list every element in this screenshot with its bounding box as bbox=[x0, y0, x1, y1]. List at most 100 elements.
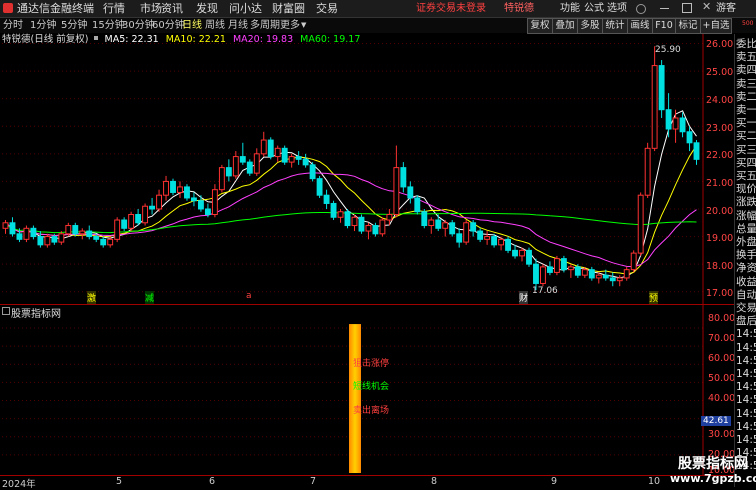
candle-body bbox=[135, 214, 142, 224]
candle-body bbox=[107, 238, 114, 246]
candle-body bbox=[686, 131, 693, 144]
side-panel-label: 卖四 bbox=[736, 64, 756, 77]
period-toolbar: 分时 1分钟 5分钟 15分钟 30分钟 60分钟 日线 周线 月线 多周期 更… bbox=[0, 18, 756, 34]
draw-line-button[interactable]: 画线 bbox=[627, 18, 653, 34]
period-daily[interactable]: 日线 bbox=[182, 18, 202, 33]
watermark-line1: 股票指标网 bbox=[678, 456, 748, 472]
minimize-icon[interactable] bbox=[660, 8, 669, 9]
period-30min[interactable]: 30分钟 bbox=[122, 18, 155, 33]
mark-button[interactable]: 标记 bbox=[675, 18, 701, 34]
menu-item-gongneng[interactable]: 功能 bbox=[560, 0, 580, 17]
price-tick: 23.00 bbox=[706, 123, 734, 134]
candle-body bbox=[414, 197, 421, 213]
side-panel-label: 卖三 bbox=[736, 77, 756, 90]
candle-body bbox=[128, 214, 135, 229]
candle-body bbox=[637, 194, 644, 254]
side-panel-label: 买五 bbox=[736, 170, 756, 182]
price-tick: 20.00 bbox=[706, 206, 734, 217]
menu-item-gongshi[interactable]: 公式 bbox=[584, 0, 604, 17]
candle-body bbox=[330, 202, 337, 218]
candle-body bbox=[246, 161, 253, 174]
candle-body bbox=[519, 249, 525, 257]
event-marker[interactable]: 减 bbox=[145, 291, 155, 304]
maximize-icon[interactable] bbox=[682, 3, 692, 13]
candle-body bbox=[253, 153, 260, 174]
user-guest[interactable]: 游客 bbox=[716, 0, 736, 17]
period-multi[interactable]: 多周期 bbox=[250, 18, 280, 33]
menu-item-shichang[interactable]: 市场 bbox=[140, 0, 162, 17]
price-tick: 24.00 bbox=[706, 95, 734, 106]
menu-item-xuanxiang[interactable]: 选项 bbox=[607, 0, 627, 17]
menu-item-zixun[interactable]: 资讯 bbox=[161, 0, 183, 17]
candle-body bbox=[567, 266, 574, 271]
menu-item-faxian[interactable]: 发现 bbox=[196, 0, 218, 17]
candle-body bbox=[100, 238, 107, 246]
chevron-down-icon[interactable]: ▼ bbox=[301, 21, 306, 29]
x-tick: 2024年 bbox=[2, 479, 36, 490]
overlay-button[interactable]: 叠加 bbox=[552, 18, 578, 34]
login-warning[interactable]: 证券交易未登录 bbox=[416, 0, 486, 17]
menu-item-caifuquan[interactable]: 财富圈 bbox=[272, 0, 305, 17]
period-60min[interactable]: 60分钟 bbox=[152, 18, 185, 33]
quote-side-panel: 委比 卖五 卖四 卖三 卖二 卖一 买一 买二 买三 买四 买五 现价 涨跌 涨幅 总量 外盘 换手 净资 收益 自动… bbox=[734, 34, 756, 487]
watermark-line2: www.7gpzb.com bbox=[670, 472, 756, 485]
x-tick: 7 bbox=[310, 476, 317, 487]
candle-body bbox=[267, 139, 274, 158]
watermark: 股票指标网 www.7gpzb.com bbox=[670, 456, 756, 487]
period-monthly[interactable]: 月线 bbox=[228, 18, 248, 33]
candle-body bbox=[616, 277, 623, 282]
signal-label-limit-up: 狙击涨停 bbox=[353, 359, 390, 369]
side-panel-label: 14:50 bbox=[736, 368, 756, 380]
close-icon[interactable]: ✕ bbox=[702, 0, 711, 13]
menu-item-hangqing[interactable]: 行情 bbox=[103, 0, 125, 17]
candle-body bbox=[260, 139, 267, 155]
candle-body bbox=[609, 277, 616, 282]
candle-body bbox=[463, 222, 470, 243]
price-tick: 17.00 bbox=[706, 288, 734, 299]
period-more[interactable]: 更多 bbox=[280, 18, 300, 33]
candle-body bbox=[225, 167, 232, 177]
candle-body bbox=[274, 147, 281, 158]
side-panel-label: 14:50 bbox=[736, 394, 756, 407]
candle-body bbox=[449, 222, 456, 235]
statistics-button[interactable]: 统计 bbox=[602, 18, 628, 34]
candle-body bbox=[651, 65, 658, 149]
add-watchlist-button[interactable]: +自选 bbox=[700, 18, 732, 34]
menu-item-jiaoyi[interactable]: 交易 bbox=[316, 0, 338, 17]
x-tick: 5 bbox=[116, 476, 123, 487]
settings-icon[interactable] bbox=[636, 4, 646, 14]
candle-body bbox=[191, 197, 197, 202]
event-marker[interactable]: 财 bbox=[519, 291, 529, 304]
side-panel-label: 14:50 bbox=[736, 354, 756, 367]
side-panel-label: 现价 bbox=[736, 183, 756, 196]
candle-body bbox=[142, 205, 149, 224]
side-panel-label: 14:50 bbox=[736, 420, 756, 433]
candle-body bbox=[65, 225, 72, 235]
period-fenshi[interactable]: 分时 bbox=[3, 18, 23, 33]
indicator-tick: 80.00 bbox=[708, 313, 736, 324]
f10-button[interactable]: F10 bbox=[652, 18, 676, 34]
period-15min[interactable]: 15分钟 bbox=[92, 18, 125, 33]
candle-body bbox=[58, 233, 65, 243]
candle-body bbox=[44, 236, 51, 246]
app-logo-icon bbox=[3, 3, 13, 13]
candle-body bbox=[533, 263, 539, 284]
candle-body bbox=[407, 186, 414, 199]
price-grid bbox=[2, 34, 704, 304]
menu-item-wenxiaoda[interactable]: 问小达 bbox=[229, 0, 262, 17]
price-tick: 18.00 bbox=[706, 261, 734, 272]
event-marker[interactable]: 激 bbox=[87, 291, 97, 304]
event-marker[interactable]: a bbox=[246, 291, 252, 301]
side-panel-label: 涨幅 bbox=[736, 209, 756, 222]
candle-body bbox=[16, 233, 23, 240]
period-1min[interactable]: 1分钟 bbox=[30, 18, 56, 33]
period-weekly[interactable]: 周线 bbox=[205, 18, 225, 33]
side-panel-label: 买四 bbox=[736, 156, 756, 169]
event-marker[interactable]: 预 bbox=[649, 291, 659, 304]
period-5min[interactable]: 5分钟 bbox=[61, 18, 87, 33]
price-chart[interactable] bbox=[0, 34, 734, 304]
multi-stock-button[interactable]: 多股 bbox=[577, 18, 603, 34]
candle-body bbox=[623, 269, 630, 279]
candle-body bbox=[400, 167, 407, 188]
adjust-button[interactable]: 复权 bbox=[527, 18, 553, 34]
